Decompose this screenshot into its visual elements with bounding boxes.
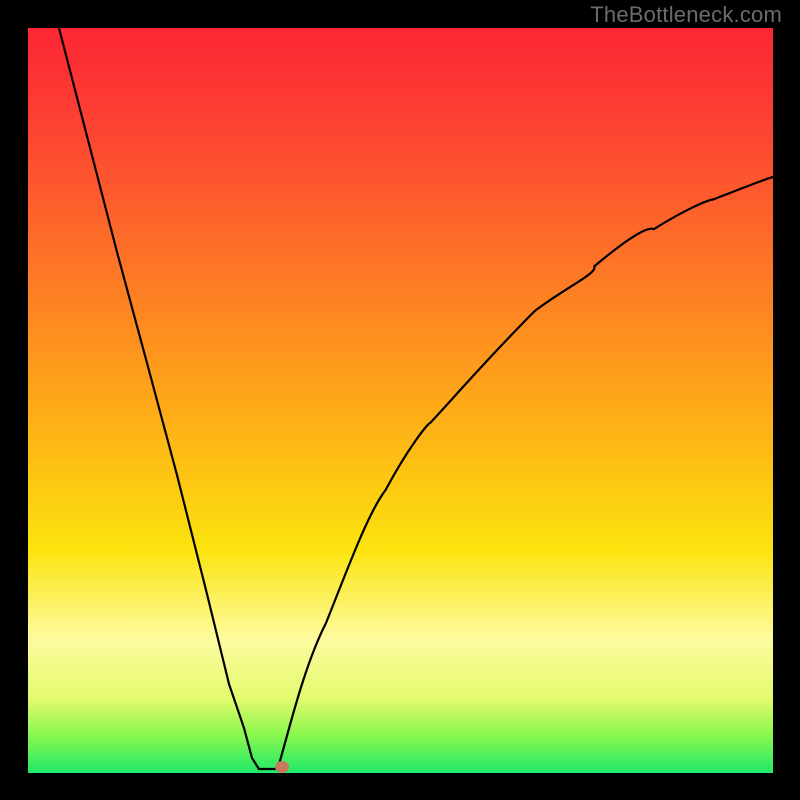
plot-area bbox=[28, 28, 773, 773]
curve-right-branch bbox=[278, 177, 773, 769]
chart-frame: TheBottleneck.com bbox=[0, 0, 800, 800]
optimal-point-marker bbox=[275, 761, 289, 773]
curve-left-branch bbox=[59, 28, 259, 769]
bottleneck-curve-svg bbox=[28, 28, 773, 773]
watermark-text: TheBottleneck.com bbox=[590, 2, 782, 28]
